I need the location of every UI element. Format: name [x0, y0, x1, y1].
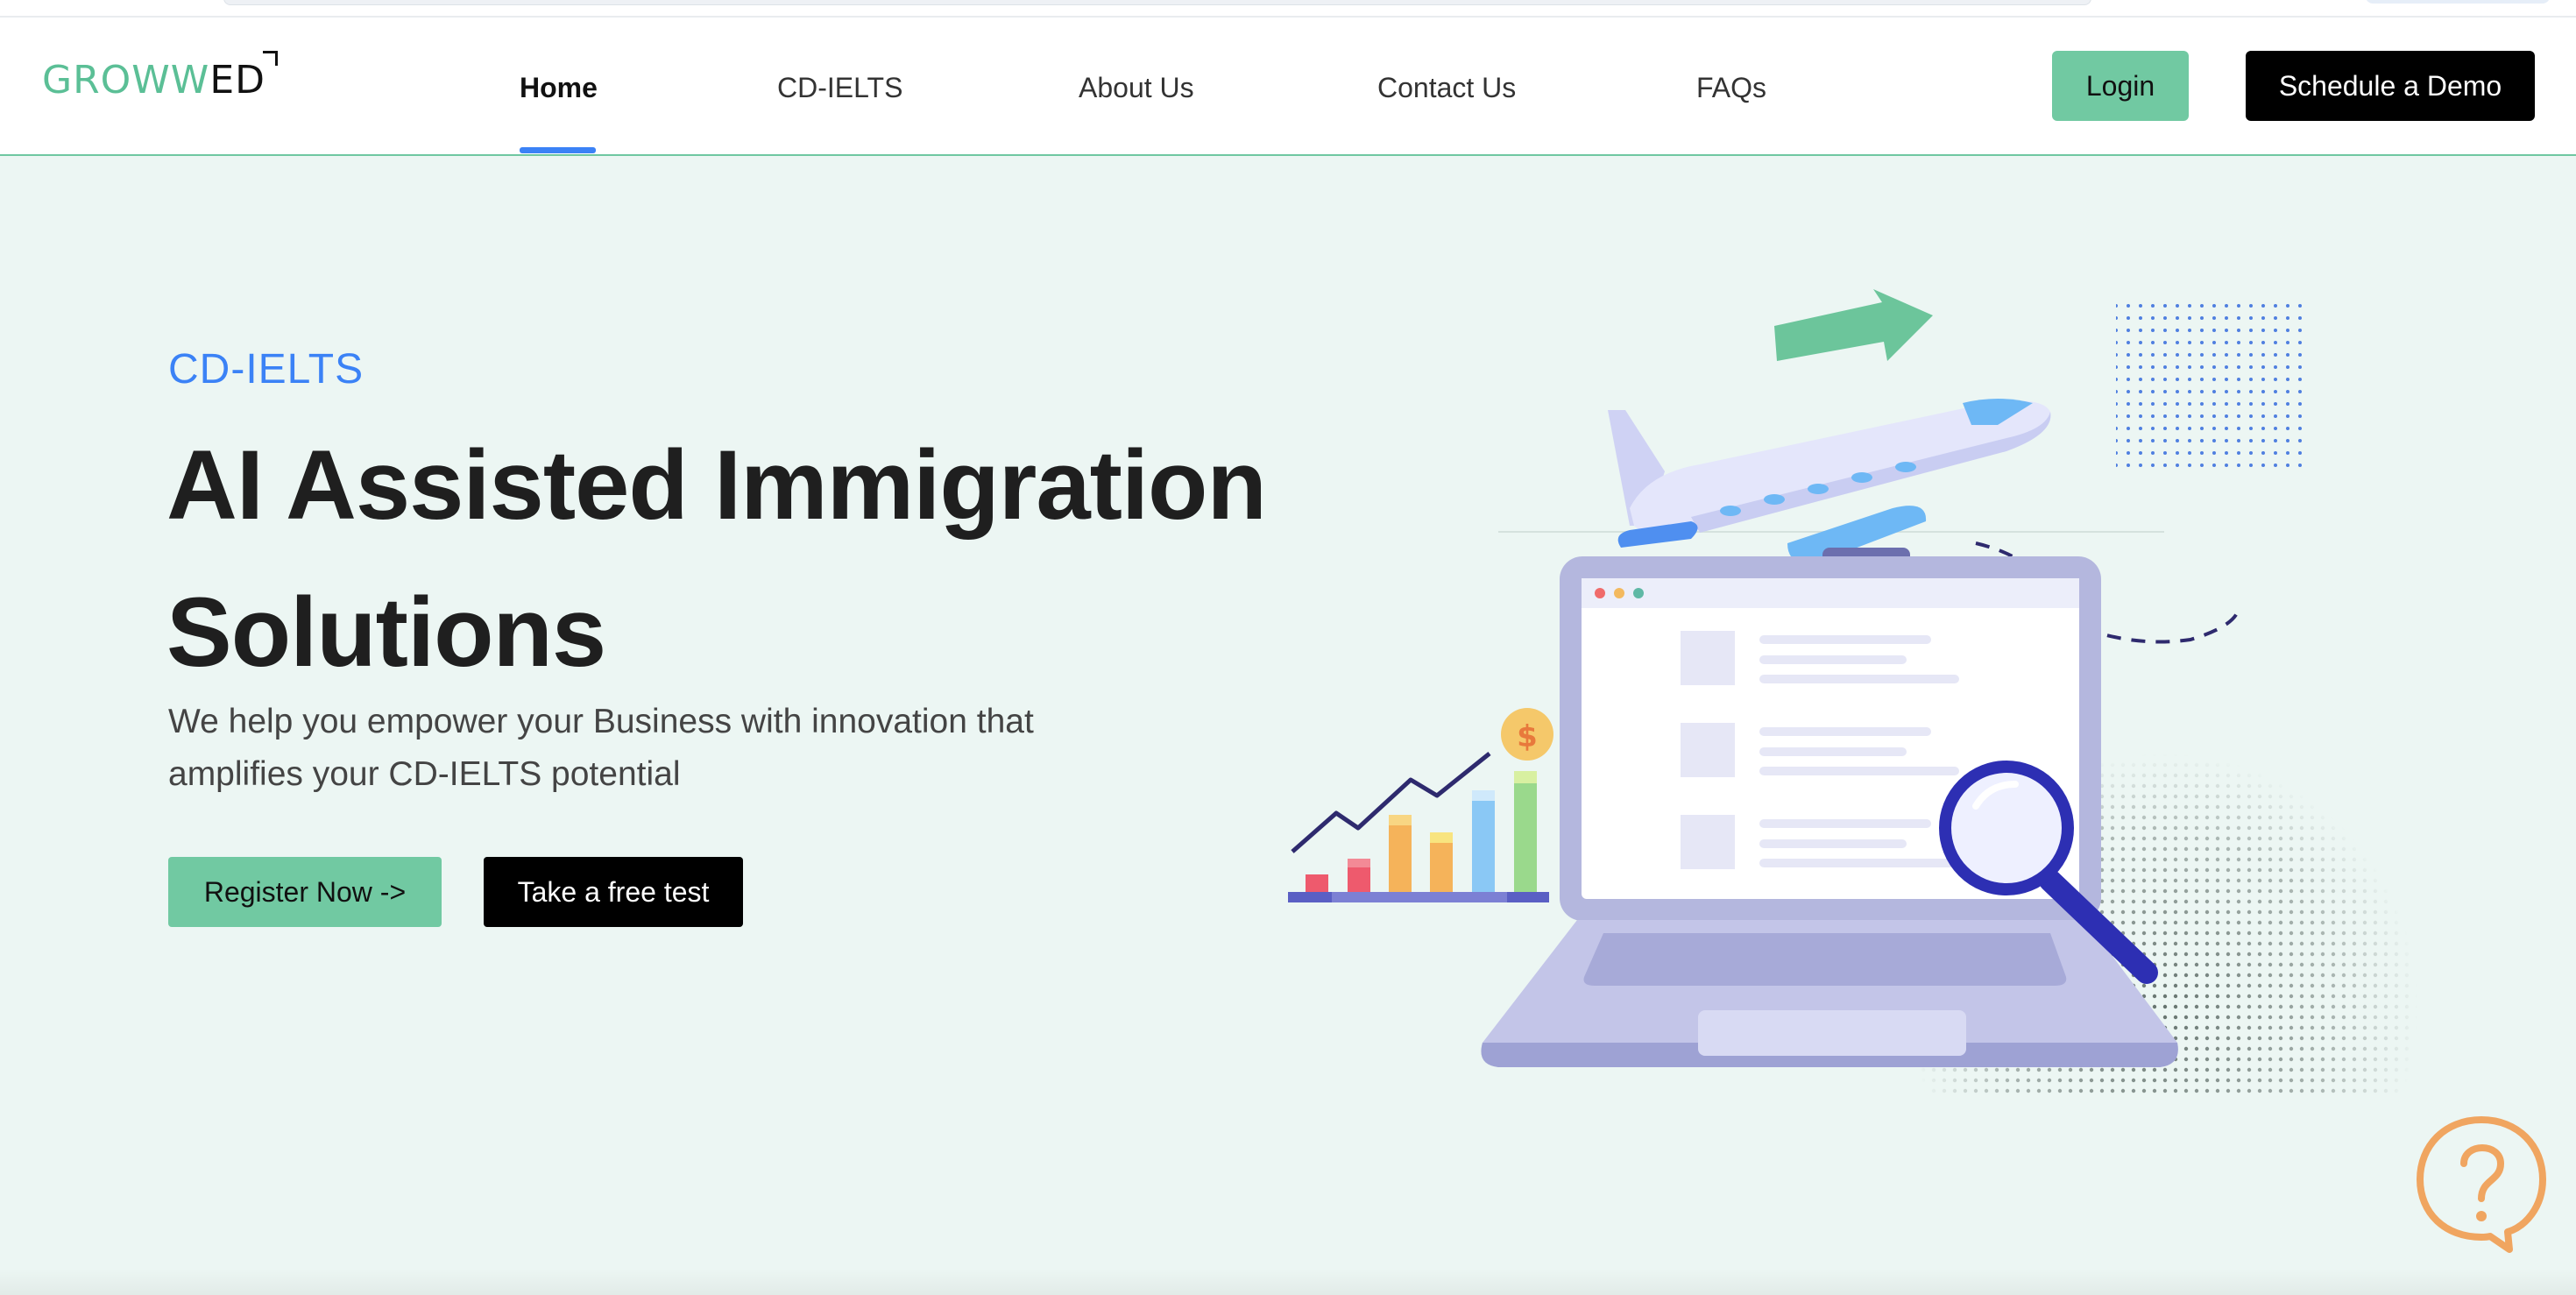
help-question-icon[interactable] [2411, 1109, 2551, 1258]
green-arrow-icon [1774, 289, 1933, 361]
airplane-icon [1608, 399, 2051, 579]
hero-eyebrow: CD-IELTS [168, 346, 364, 393]
logo-text-groww: GROWW [42, 58, 210, 103]
logo-text-ed-label: ED [209, 58, 265, 103]
logo-text-ed: ED [209, 51, 278, 103]
nav-about-us[interactable]: About Us [1079, 74, 1194, 102]
logo-corner-mark [263, 51, 278, 66]
nav-home[interactable]: Home [520, 74, 598, 102]
hero-illustration: $ [1288, 289, 2418, 1095]
browser-control-edge [2366, 0, 2550, 4]
nav-cd-ielts[interactable]: CD-IELTS [777, 74, 902, 102]
take-free-test-button[interactable]: Take a free test [484, 857, 743, 927]
login-button[interactable]: Login [2052, 51, 2189, 121]
address-bar-edge [223, 0, 2091, 5]
hero-subtitle: We help you empower your Business with i… [168, 703, 1034, 793]
register-now-button[interactable]: Register Now -> [168, 857, 442, 927]
nav-active-indicator [520, 147, 596, 153]
growth-chart-icon: $ [1288, 708, 1553, 902]
hero-bottom-fade [0, 1269, 2576, 1295]
dollar-coin-glyph: $ [1517, 719, 1538, 754]
schedule-demo-button[interactable]: Schedule a Demo [2246, 51, 2535, 121]
nav-contact-us[interactable]: Contact Us [1377, 74, 1516, 102]
laptop-icon [1481, 556, 2178, 1067]
logo[interactable]: GROWWED [42, 51, 278, 103]
dot-grid-decoration [2116, 298, 2304, 469]
hero-headline: AI Assisted Immigration Solutions [166, 430, 1267, 687]
browser-top-strip [0, 0, 2576, 18]
nav-faqs[interactable]: FAQs [1696, 74, 1766, 102]
